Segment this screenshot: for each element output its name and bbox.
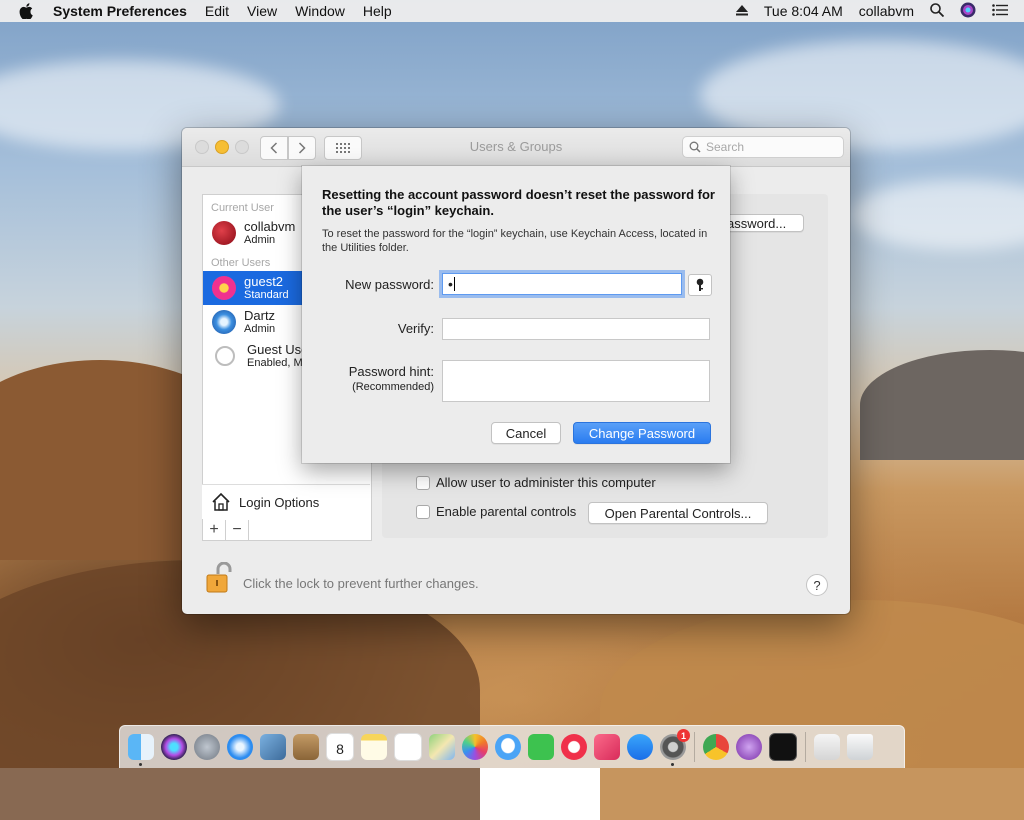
avatar-rose-icon [212, 221, 236, 245]
lock-status-text: Click the lock to prevent further change… [243, 576, 479, 591]
app-menu[interactable]: System Preferences [53, 3, 187, 19]
new-password-label: New password: [345, 277, 434, 292]
trash-icon[interactable] [847, 734, 873, 760]
sheet-headline: Resetting the account password doesn’t r… [322, 187, 715, 218]
help-button[interactable]: ? [806, 574, 828, 596]
contacts-icon[interactable] [293, 734, 319, 760]
user-role: Admin [244, 233, 276, 246]
allow-admin-checkbox[interactable] [416, 475, 430, 490]
open-parental-controls-label: Open Parental Controls... [604, 505, 752, 521]
apple-menu-icon[interactable] [19, 0, 37, 22]
key-icon [696, 278, 704, 291]
user-name: collabvm [244, 218, 296, 234]
user-role: Standard [244, 288, 289, 301]
title-bar: Users & Groups Search [182, 128, 850, 167]
finder-icon[interactable] [128, 734, 154, 766]
allow-admin-row[interactable]: Allow user to administer this computer [416, 475, 656, 490]
notification-badge: 1 [677, 729, 690, 742]
menu-bar: System Preferences Edit View Window Help… [0, 0, 1024, 22]
sheet-subtext: To reset the password for the “login” ke… [322, 228, 708, 254]
verify-label: Verify: [397, 321, 434, 336]
remove-user-button[interactable]: − [226, 520, 249, 540]
messages-icon[interactable] [495, 734, 521, 760]
notification-center-icon[interactable] [992, 3, 1008, 19]
add-remove-bar: + − [202, 520, 372, 541]
calendar-icon[interactable]: 8 [326, 733, 354, 761]
appstore-icon[interactable] [627, 734, 653, 760]
user-role: Enabled, M [247, 356, 303, 369]
eject-icon[interactable] [735, 3, 748, 19]
reset-password-sheet: Resetting the account password doesn’t r… [302, 166, 730, 463]
dock-separator [694, 732, 695, 762]
siri-menu-icon[interactable] [960, 2, 976, 21]
menu-window[interactable]: Window [295, 3, 345, 19]
launchpad-icon[interactable] [194, 734, 220, 760]
new-password-field[interactable]: • [442, 273, 682, 295]
house-icon [212, 492, 230, 511]
change-password-confirm-label: Change Password [588, 425, 696, 441]
avatar-snowflake-icon [212, 310, 236, 334]
password-hint-field[interactable] [442, 360, 710, 402]
preview-icon[interactable] [260, 734, 286, 760]
lock-icon[interactable] [204, 561, 234, 594]
change-password-button[interactable]: assword... [722, 214, 804, 232]
spotlight-search-icon[interactable] [930, 2, 945, 20]
news-icon[interactable] [561, 734, 587, 760]
terminal-icon[interactable] [769, 733, 797, 761]
menu-edit[interactable]: Edit [205, 3, 229, 19]
system-preferences-icon[interactable]: 1 [660, 729, 690, 766]
search-icon [689, 141, 701, 153]
clock[interactable]: Tue 8:04 AM [764, 3, 843, 19]
user-name: Guest Use [247, 341, 309, 357]
parental-controls-checkbox[interactable] [416, 504, 430, 519]
photos-icon[interactable] [462, 734, 488, 760]
password-hint-sublabel: (Recommended) [352, 381, 434, 393]
safari-icon[interactable] [227, 734, 253, 760]
password-assistant-button[interactable] [688, 274, 712, 296]
cancel-label: Cancel [505, 425, 547, 441]
verify-field[interactable] [442, 318, 710, 340]
parental-controls-row[interactable]: Enable parental controls [416, 504, 576, 519]
downloads-icon[interactable] [814, 734, 840, 760]
menu-view[interactable]: View [247, 3, 277, 19]
login-options-item[interactable]: Login Options [202, 484, 370, 519]
user-name: guest2 [244, 273, 284, 289]
user-role: Admin [244, 322, 276, 335]
cancel-button[interactable]: Cancel [491, 422, 561, 444]
add-user-button[interactable]: + [203, 520, 226, 540]
change-password-label: assword... [727, 215, 787, 231]
new-password-value: • [448, 276, 453, 292]
avatar-person-icon [215, 346, 235, 366]
dock: 8 1 [119, 725, 905, 768]
dock-separator [805, 732, 806, 762]
allow-admin-label: Allow user to administer this computer [436, 475, 656, 490]
change-password-confirm-button[interactable]: Change Password [573, 422, 711, 444]
tor-browser-icon[interactable] [736, 734, 762, 760]
avatar-flower-icon [212, 276, 236, 300]
current-user-menu[interactable]: collabvm [859, 3, 914, 19]
login-options-label: Login Options [239, 494, 320, 510]
notes-icon[interactable] [361, 734, 387, 760]
password-hint-label: Password hint: [348, 364, 434, 379]
chrome-icon[interactable] [703, 734, 729, 760]
music-icon[interactable] [594, 734, 620, 760]
parental-controls-label: Enable parental controls [436, 504, 577, 519]
user-name: Dartz [244, 307, 276, 323]
maps-icon[interactable] [429, 734, 455, 760]
search-field[interactable]: Search [682, 136, 844, 158]
calendar-day: 8 [336, 741, 344, 757]
siri-icon[interactable] [161, 734, 187, 760]
menu-help[interactable]: Help [363, 3, 392, 19]
facetime-icon[interactable] [528, 734, 554, 760]
reminders-icon[interactable] [394, 733, 422, 761]
search-placeholder: Search [706, 140, 745, 154]
open-parental-controls-button[interactable]: Open Parental Controls... [588, 502, 768, 524]
